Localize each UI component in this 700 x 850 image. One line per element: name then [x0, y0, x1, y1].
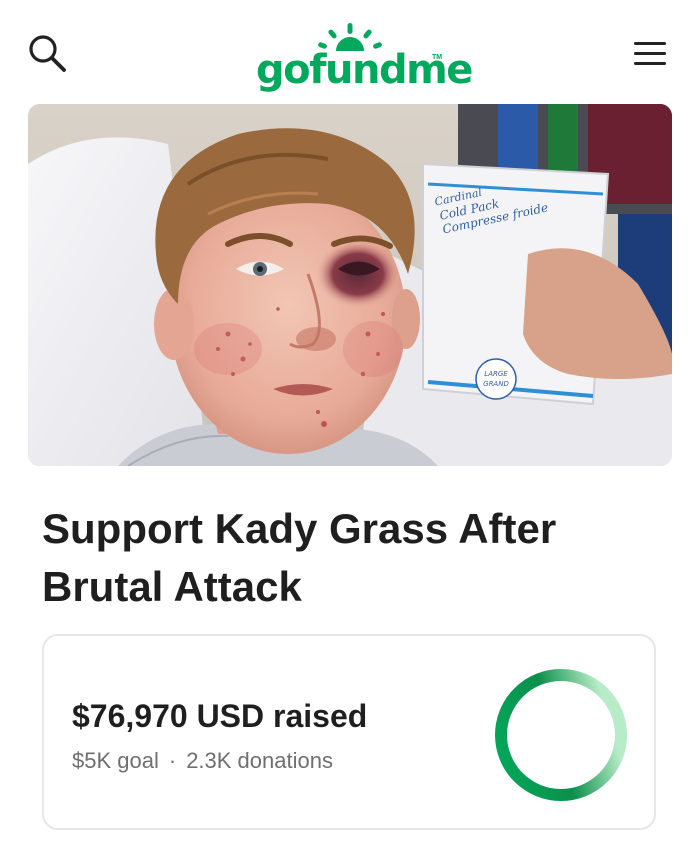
- progress-ring: [495, 669, 627, 801]
- top-nav: gofundme TM: [0, 0, 700, 100]
- goal-amount: $5K goal: [72, 748, 159, 773]
- donation-progress-card: $76,970 USD raised $5K goal · 2.3K donatio…: [42, 634, 656, 830]
- search-icon: [29, 35, 66, 72]
- trademark-mark: TM: [432, 54, 443, 61]
- donation-count: 2.3K donations: [186, 748, 333, 773]
- goal-and-donations: $5K goal · 2.3K donations: [72, 748, 333, 774]
- amount-raised: $76,970 USD raised: [72, 698, 368, 734]
- campaign-photo-illustration: Cardinal Cold Pack Compresse froide LARG…: [28, 104, 672, 466]
- search-button[interactable]: [26, 32, 70, 76]
- svg-text:GRAND: GRAND: [483, 380, 509, 388]
- campaign-title: Support Kady Grass After Brutal Attack: [42, 505, 557, 610]
- campaign-photo[interactable]: Cardinal Cold Pack Compresse froide LARG…: [28, 104, 672, 466]
- gofundme-logo[interactable]: gofundme TM: [250, 18, 473, 93]
- meta-separator: ·: [168, 748, 177, 773]
- svg-text:LARGE: LARGE: [484, 370, 508, 378]
- progress-ring-fill: [495, 669, 627, 801]
- menu-button[interactable]: [632, 38, 672, 70]
